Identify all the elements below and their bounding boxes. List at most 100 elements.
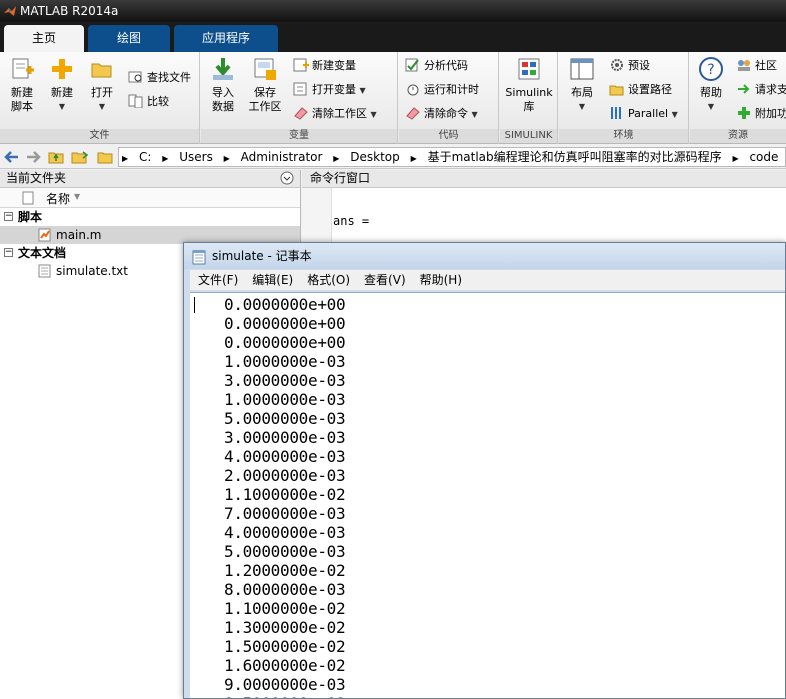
new-script-label: 新建 脚本	[11, 86, 33, 113]
breadcrumb-separator-icon: ▶	[223, 154, 230, 163]
column-header[interactable]: 名称 ▼	[0, 188, 300, 208]
menu-view[interactable]: 查看(V)	[364, 273, 406, 287]
run-and-time-button[interactable]: 运行和计时	[405, 81, 479, 99]
analyze-code-label: 分析代码	[424, 59, 468, 72]
request-support-icon	[736, 82, 752, 96]
environment-group-label: 环境	[559, 129, 688, 143]
menu-file[interactable]: 文件(F)	[198, 273, 238, 287]
breadcrumb-segment[interactable]: Desktop	[350, 150, 400, 164]
parallel-dropdown-icon[interactable]: ▼	[672, 110, 678, 119]
collapse-icon[interactable]: −	[4, 248, 13, 257]
help-dropdown-icon: ▼	[707, 102, 715, 111]
breadcrumb-segment[interactable]: 基于matlab编程理论和仿真呼叫阻塞率的对比源码程序	[428, 150, 722, 164]
breadcrumb-segment[interactable]: C:	[139, 150, 151, 164]
breadcrumb-segment[interactable]: Administrator	[241, 150, 323, 164]
breadcrumb-separator-icon: ▶	[410, 154, 417, 163]
set-path-button[interactable]: 设置路径	[609, 81, 672, 99]
command-output: ans =	[333, 214, 370, 228]
resources-group-label: 资源	[690, 129, 786, 143]
layout-button[interactable]: 布局 ▼	[565, 56, 599, 114]
new-variable-icon	[293, 58, 309, 72]
forward-icon[interactable]	[25, 150, 41, 167]
matlab-logo-icon	[4, 6, 16, 16]
ribbon-tabs: 主页 绘图 应用程序	[0, 22, 786, 52]
community-label: 社区	[755, 59, 777, 72]
notepad-menu-bar: 文件(F) 编辑(E) 格式(O) 查看(V) 帮助(H)	[190, 270, 785, 290]
text-line: 4.0000000e-03	[224, 447, 346, 466]
clear-workspace-label: 清除工作区	[312, 107, 367, 120]
breadcrumb-segment[interactable]: code	[749, 150, 778, 164]
compare-label: 比较	[147, 95, 169, 108]
text-line: 7.0000000e-03	[224, 504, 346, 523]
text-line: 1.5000000e-02	[224, 637, 346, 656]
current-folder-header: 当前文件夹	[0, 170, 300, 188]
preferences-button[interactable]: 预设	[609, 57, 650, 75]
group-label: 文本文档	[18, 246, 67, 260]
clear-commands-dropdown-icon[interactable]: ▼	[472, 110, 478, 119]
notepad-title: simulate - 记事本	[212, 249, 312, 263]
new-button[interactable]: 新建 ▼	[46, 56, 78, 114]
menu-help[interactable]: 帮助(H)	[420, 273, 462, 287]
tab-home[interactable]: 主页	[4, 25, 84, 52]
breadcrumb-separator-icon: ▶	[162, 154, 169, 163]
text-line: 1.0000000e-03	[224, 352, 346, 371]
text-line: 8.0000000e-03	[224, 580, 346, 599]
tree-group-scripts[interactable]: − 脚本	[0, 208, 300, 226]
address-bar: ▶ C: ▶ Users ▶ Administrator ▶ Desktop ▶…	[0, 145, 786, 169]
menu-format[interactable]: 格式(O)	[307, 273, 350, 287]
compare-button[interactable]: 比较	[128, 93, 169, 111]
tab-plots[interactable]: 绘图	[88, 25, 170, 52]
text-line: 0.0000000e+00	[224, 295, 346, 314]
open-label: 打开	[91, 86, 113, 99]
community-button[interactable]: 社区	[736, 57, 777, 75]
simulink-library-button[interactable]: Simulink 库	[503, 56, 555, 114]
clear-workspace-dropdown-icon[interactable]: ▼	[371, 110, 377, 119]
back-icon[interactable]	[4, 150, 20, 167]
breadcrumb-segment[interactable]: Users	[179, 150, 213, 164]
ribbon: 新建 脚本 新建 ▼ 打开 ▼ 查找文件 比较 文件 导入 数据 保存 工作区 …	[0, 52, 786, 144]
text-line: 1.6000000e-02	[224, 656, 346, 675]
window-title: MATLAB R2014a	[20, 4, 119, 18]
text-line: 0.0000000e+00	[224, 333, 346, 352]
environment-group: 布局 ▼ 预设 设置路径 Parallel ▼ 环境	[559, 52, 689, 144]
clear-commands-button[interactable]: 清除命令 ▼	[405, 105, 478, 123]
help-button[interactable]: ? 帮助 ▼	[696, 56, 726, 114]
open-variable-dropdown-icon[interactable]: ▼	[360, 86, 366, 95]
open-button[interactable]: 打开 ▼	[86, 56, 118, 114]
clear-workspace-button[interactable]: 清除工作区 ▼	[293, 105, 377, 123]
request-support-button[interactable]: 请求支	[736, 81, 786, 99]
file-group-label: 文件	[0, 129, 199, 143]
notepad-window[interactable]: simulate - 记事本 文件(F) 编辑(E) 格式(O) 查看(V) 帮助(H)…	[183, 242, 786, 699]
add-ons-button[interactable]: 附加功	[736, 105, 786, 123]
import-data-button[interactable]: 导入 数据	[207, 56, 239, 114]
find-files-button[interactable]: 查找文件	[128, 69, 191, 87]
menu-edit[interactable]: 编辑(E)	[252, 273, 293, 287]
new-variable-button[interactable]: 新建变量	[293, 57, 356, 75]
parallel-button[interactable]: Parallel ▼	[609, 105, 678, 123]
up-folder-icon[interactable]	[48, 150, 64, 167]
text-line: 1.3000000e-02	[224, 618, 346, 637]
analyze-code-button[interactable]: 分析代码	[405, 57, 468, 75]
new-label: 新建	[51, 86, 73, 99]
save-workspace-button[interactable]: 保存 工作区	[247, 56, 283, 114]
add-ons-label: 附加功	[755, 107, 786, 120]
breadcrumb[interactable]: ▶ C: ▶ Users ▶ Administrator ▶ Desktop ▶…	[118, 147, 786, 167]
tab-apps[interactable]: 应用程序	[174, 25, 278, 52]
title-bar: MATLAB R2014a	[0, 0, 786, 22]
notepad-title-bar[interactable]: simulate - 记事本	[184, 243, 785, 269]
text-line: 1.1000000e-02	[224, 485, 346, 504]
open-variable-button[interactable]: 打开变量 ▼	[293, 81, 366, 99]
help-label: 帮助	[700, 86, 722, 99]
eraser-icon	[293, 106, 309, 120]
collapse-icon[interactable]: −	[4, 212, 13, 221]
open-variable-icon	[293, 82, 309, 96]
browse-folder-icon[interactable]	[71, 150, 89, 167]
text-line: 4.0000000e-03	[224, 523, 346, 542]
sort-down-icon: ▼	[74, 192, 81, 201]
variable-group: 导入 数据 保存 工作区 新建变量 打开变量 ▼ 清除工作区 ▼ 变量	[201, 52, 398, 144]
stopwatch-icon	[405, 82, 421, 96]
find-files-icon	[128, 70, 144, 84]
code-group-label: 代码	[399, 129, 498, 143]
new-script-button[interactable]: 新建 脚本	[6, 56, 38, 114]
notepad-text-area[interactable]: 0.0000000e+00 0.0000000e+00 0.0000000e+00 1…	[190, 292, 785, 698]
